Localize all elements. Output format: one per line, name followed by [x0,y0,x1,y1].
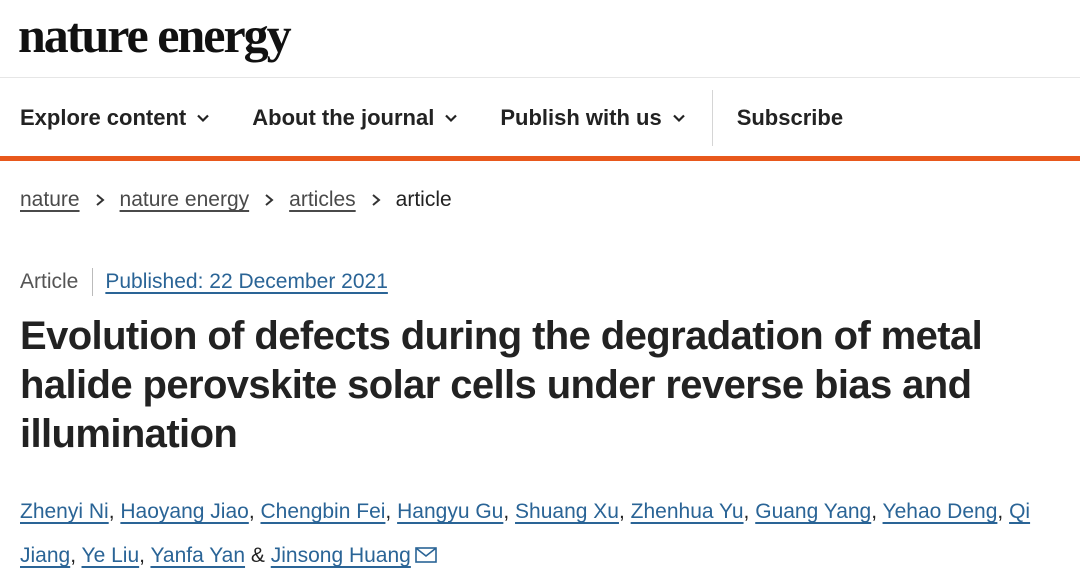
author-link[interactable]: Yanfa Yan [150,544,245,567]
author-link[interactable]: Guang Yang [755,500,871,523]
corresponding-author-link[interactable]: Jinsong Huang [271,544,411,567]
chevron-down-icon [197,114,210,123]
author-link[interactable]: Chengbin Fei [261,500,386,523]
author-link[interactable]: Ye Liu [82,544,140,567]
article-title: Evolution of defects during the degradat… [20,314,983,456]
breadcrumb-link-nature[interactable]: nature [20,188,80,212]
chevron-down-icon [445,114,458,123]
article-type: Article [20,270,79,293]
subscribe-link[interactable]: Subscribe [717,79,843,157]
published-date-link[interactable]: Published: 22 December 2021 [105,270,388,294]
nav-divider [711,90,713,146]
logo-bar: nature energy [0,0,1080,78]
nav-label: About the journal [252,105,435,130]
author-separator: , [997,500,1004,523]
meta-divider [92,268,94,296]
author-separator: , [70,544,77,567]
author-separator: , [743,500,750,523]
breadcrumb-link-articles[interactable]: articles [289,188,356,212]
breadcrumb-current: article [395,188,452,211]
chevron-right-icon [372,194,381,206]
breadcrumb-link-nature-energy[interactable]: nature energy [120,188,250,212]
author-link[interactable]: Haoyang Jiao [120,500,248,523]
breadcrumb: nature nature energy articles article [20,188,452,212]
author-link[interactable]: Yehao Deng [883,500,998,523]
chevron-right-icon [95,194,105,206]
mail-icon[interactable] [415,547,437,563]
main-nav: Explore content About the journal Publis… [0,79,1080,157]
author-separator: , [108,500,115,523]
chevron-down-icon [672,114,685,123]
accent-bar [0,156,1080,161]
author-separator: , [618,500,625,523]
author-separator: , [248,500,255,523]
author-link[interactable]: Zhenhua Yu [631,500,744,523]
site-logo[interactable]: nature energy [18,4,292,66]
article-meta: Article Published: 22 December 2021 [20,268,388,296]
chevron-right-icon [265,194,274,206]
author-separator: , [871,500,878,523]
author-separator: , [139,544,145,567]
author-list: Zhenyi Ni, Haoyang Jiao, Chengbin Fei, H… [20,490,1072,574]
nav-explore-content[interactable]: Explore content [0,79,232,157]
author-separator: , [503,500,510,523]
author-link[interactable]: Zhenyi Ni [20,500,109,523]
author-separator: , [385,500,392,523]
nav-label: Explore content [20,105,187,130]
nav-label: Publish with us [500,105,662,130]
nav-publish-with-us[interactable]: Publish with us [480,79,707,157]
nav-about-journal[interactable]: About the journal [232,79,480,157]
author-link[interactable]: Hangyu Gu [397,500,503,523]
author-ampersand: & [250,544,265,567]
author-link[interactable]: Shuang Xu [515,500,619,523]
